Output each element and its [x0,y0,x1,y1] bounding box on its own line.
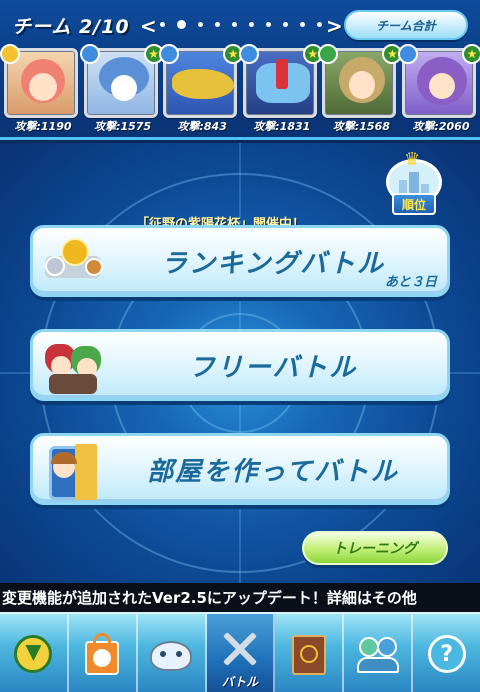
attack-value: 攻撃:1568 [332,120,390,133]
ranking-button[interactable]: ♛ 順位 [384,149,444,219]
page-dot [215,21,220,27]
team-monster-row: 攻撃:1190 ★ 攻撃:1575 ★ 攻撃:843 ★ 攻撃:1831 ★ 攻… [0,44,480,136]
crossed-swords-icon [215,624,265,674]
page-dot [266,21,271,27]
bottom-navigation: バトル ? [0,612,480,692]
nav-battle-label: バトル [221,675,259,689]
nav-battle[interactable]: バトル [206,614,276,692]
attack-value: 攻撃:1190 [14,120,72,133]
water-attribute-icon [397,44,418,64]
page-dot [317,21,322,27]
page-dot [198,21,203,27]
team-slot-5[interactable]: ★ 攻撃:1568 [318,44,403,136]
team-total-button[interactable]: チーム合計 [344,10,468,40]
page-dot [232,21,237,27]
team-slot-4[interactable]: ★ 攻撃:1831 [238,44,323,136]
attack-value: 攻撃:2060 [412,120,470,133]
water-attribute-icon [79,44,100,64]
door-character-icon [41,442,103,500]
nav-monster[interactable] [138,614,207,692]
ticker-text: 変更機能が追加されたVer2.5にアップデート！詳細はその他 [2,589,417,607]
free-battle-label: フリーバトル [188,352,358,383]
free-battle-button[interactable]: フリーバトル [30,329,450,401]
star-icon: ★ [461,44,480,64]
nav-friends[interactable] [344,614,414,692]
page-dot-active [177,19,186,29]
shopping-bag-icon [77,629,127,679]
create-room-battle-label: 部屋を作ってバトル [147,456,399,487]
create-room-battle-button[interactable]: 部屋を作ってバトル [30,433,450,505]
ranking-label: 順位 [392,193,436,215]
prev-team-arrow[interactable]: < [140,14,157,38]
page-dot [283,21,288,27]
news-ticker: 変更機能が追加されたVer2.5にアップデート！詳細はその他 [0,583,480,612]
page-dot [160,21,165,27]
nav-home[interactable] [0,614,69,692]
home-pin-icon [8,629,58,679]
ranking-medal-icon [41,234,103,292]
crown-icon: ♛ [404,149,421,170]
nav-shop[interactable] [69,614,138,692]
ranking-remaining-days: あと３日 [384,275,437,290]
light-attribute-icon [0,44,20,64]
page-dot [249,21,254,27]
nav-book[interactable] [275,614,345,692]
attack-value: 攻撃:1831 [253,120,311,133]
team-slot-6[interactable]: ★ 攻撃:2060 [397,44,480,136]
attack-value: 攻撃:1575 [94,120,152,133]
monster-icon [146,629,196,679]
team-slot-2[interactable]: ★ 攻撃:1575 [79,44,164,136]
team-header: チーム 2/10 < > チーム合計 攻撃:1190 ★ 攻撃:1575 ★ 攻… [0,0,480,140]
team-slot-3[interactable]: ★ 攻撃:843 [159,44,244,136]
attack-value: 攻撃:843 [177,120,227,133]
water-attribute-icon [238,44,259,64]
book-icon [284,629,334,679]
nav-other[interactable]: ? [413,614,480,692]
team-page-dots [160,18,322,30]
team-indicator: チーム 2/10 [12,16,130,38]
battle-menu-area: ♛ 順位 「征野の紫陽花杯」開催中！ ランキングバトル あと３日 フリーバトル [0,143,480,583]
friends-icon [353,629,403,679]
team-slot-1[interactable]: 攻撃:1190 [0,44,80,136]
question-icon: ? [422,629,472,679]
ranking-battle-button[interactable]: ランキングバトル あと３日 [30,225,450,297]
next-team-arrow[interactable]: > [326,14,343,38]
free-battle-characters-icon [41,338,103,396]
training-button[interactable]: トレーニング [302,531,448,565]
page-dot [300,21,305,27]
